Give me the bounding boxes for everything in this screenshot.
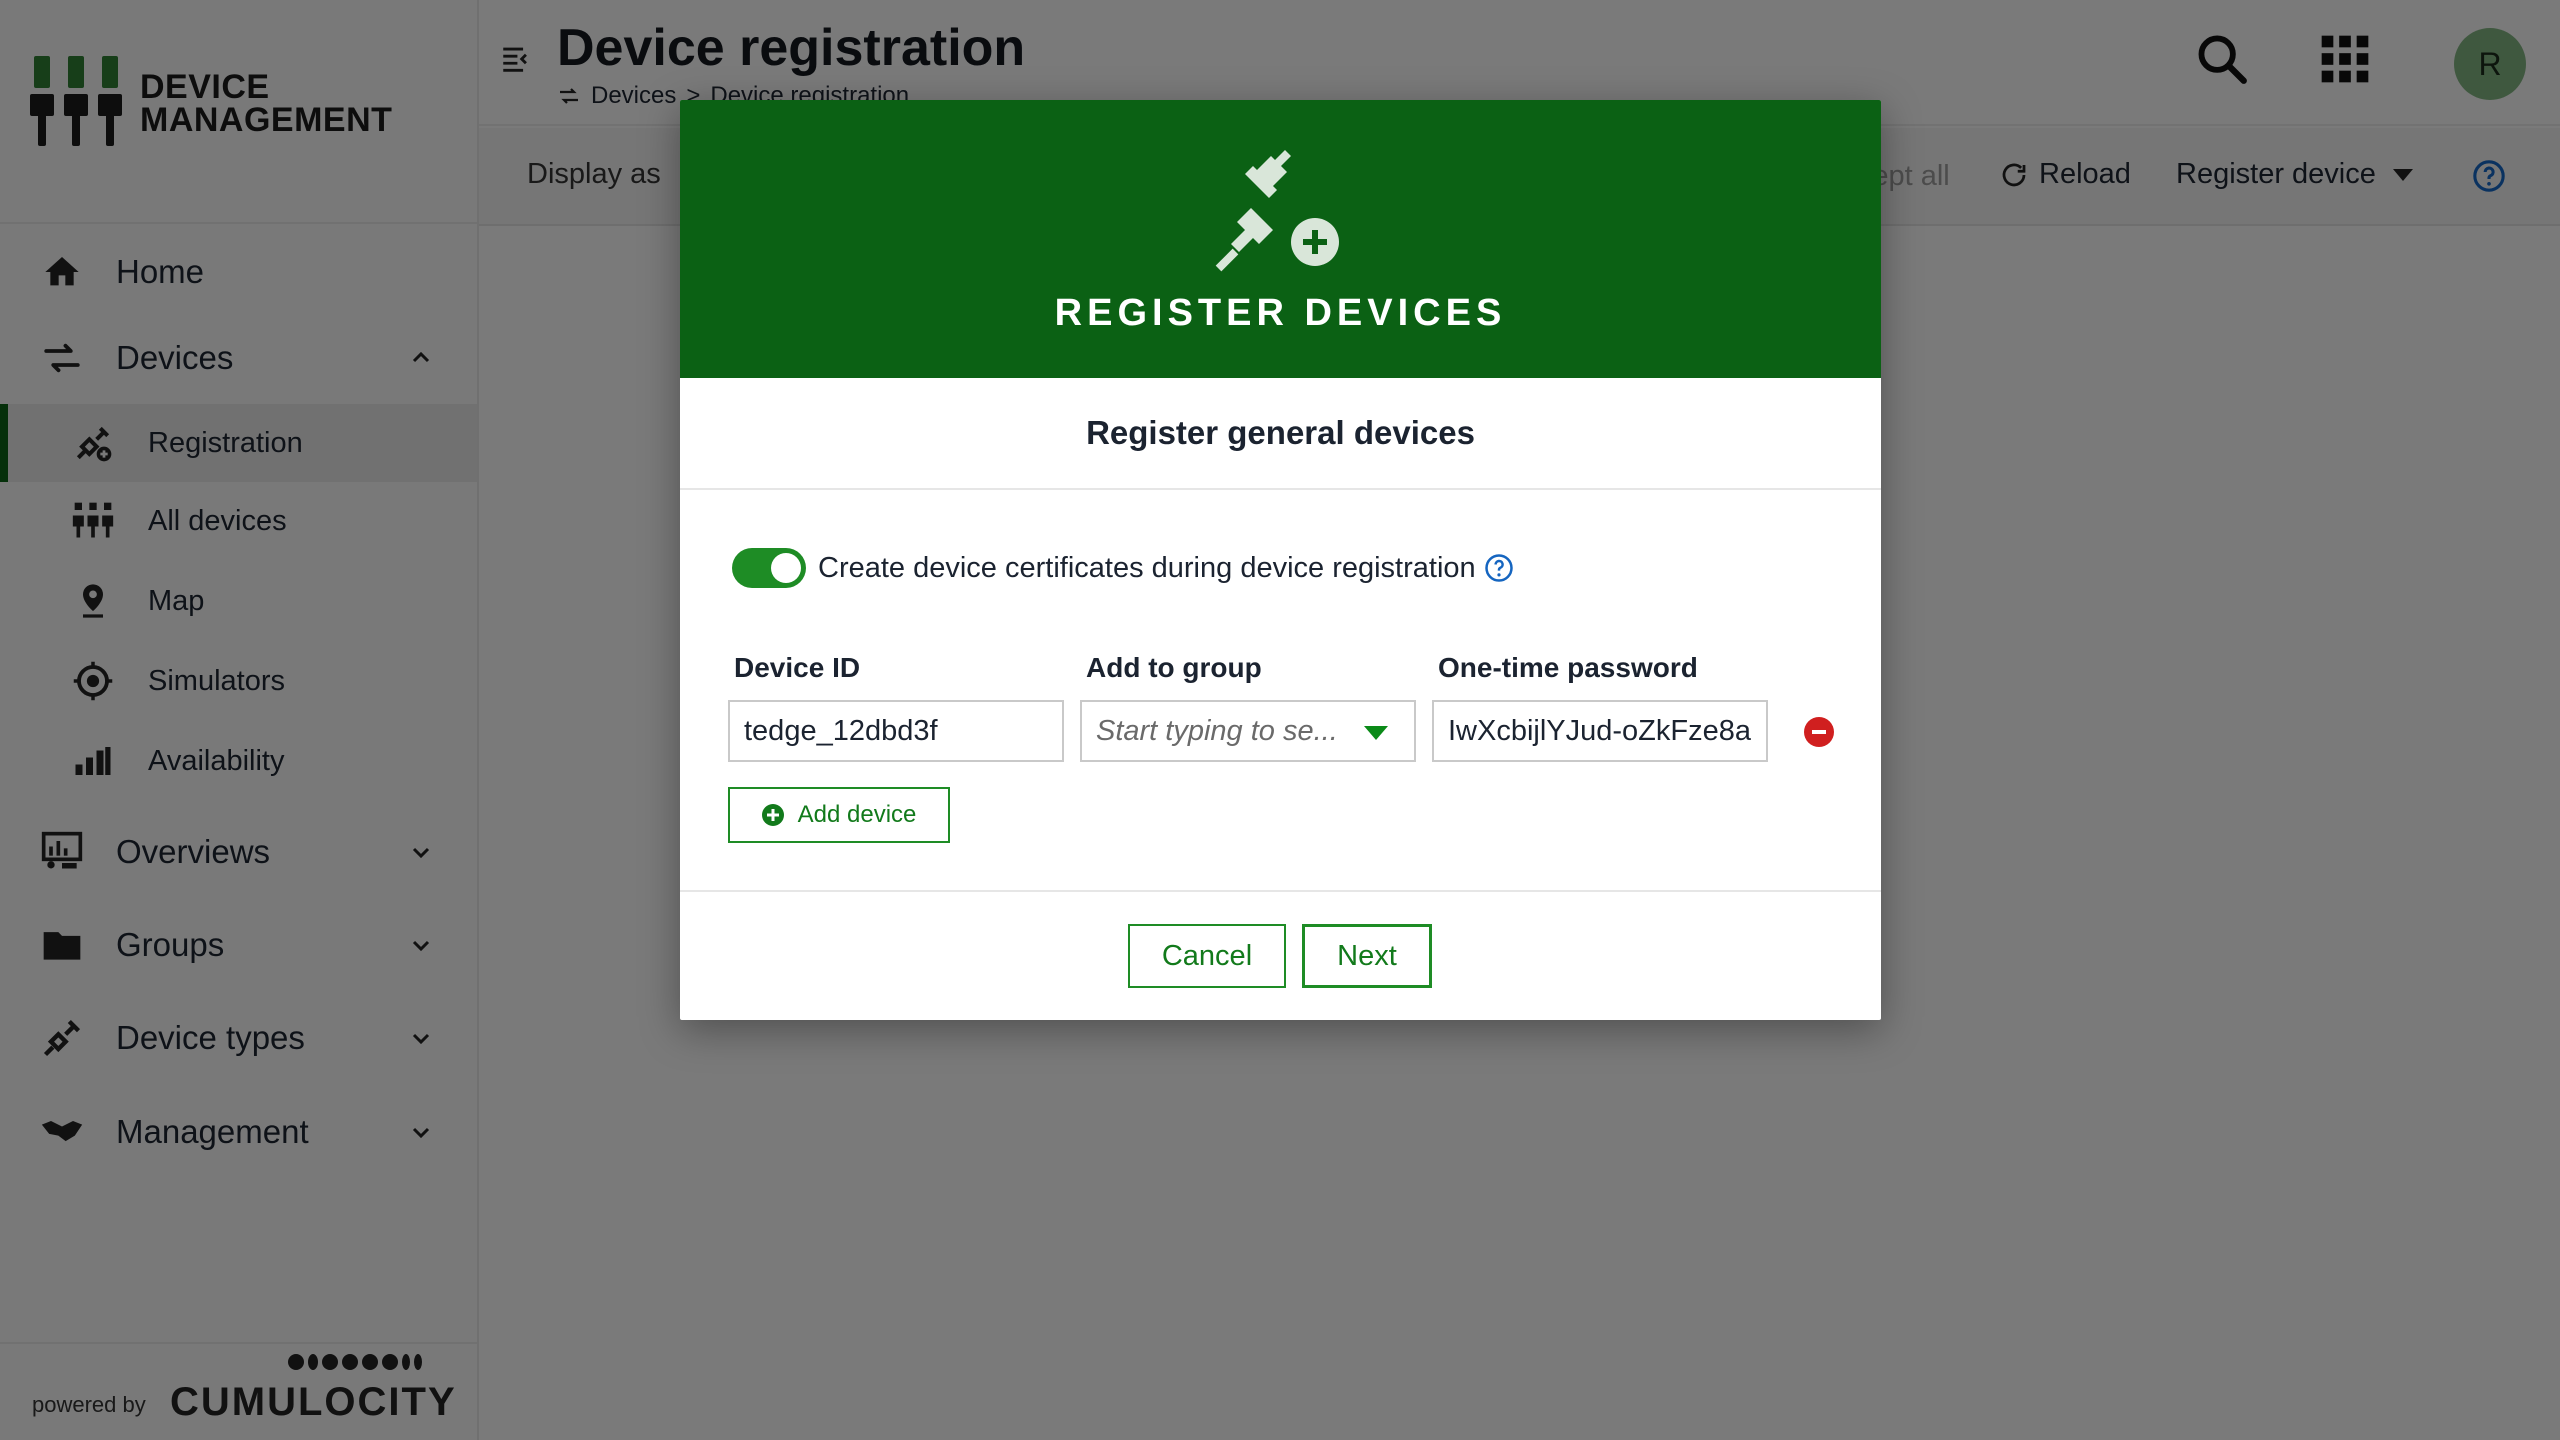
add-device-label: Add device xyxy=(797,801,917,828)
add-device-button[interactable]: Add device xyxy=(728,787,950,843)
device-id-input[interactable]: tedge_12dbd3f xyxy=(728,700,1064,762)
remove-device-button[interactable] xyxy=(1804,717,1834,747)
modal-footer: Cancel Next xyxy=(680,890,1881,1020)
modal-hero-title: REGISTER DEVICES xyxy=(1054,292,1507,334)
create-certificates-label: Create device certificates during device… xyxy=(818,551,1476,584)
plug-add-icon xyxy=(1215,150,1339,272)
group-select-placeholder: Start typing to se... xyxy=(1096,714,1338,747)
cancel-button[interactable]: Cancel xyxy=(1128,924,1286,988)
modal-subtitle: Register general devices xyxy=(680,378,1881,490)
otp-input[interactable]: IwXcbijlYJud-oZkFze8a xyxy=(1432,700,1768,762)
register-devices-modal: REGISTER DEVICES Register general device… xyxy=(680,100,1881,1020)
caret-down-icon xyxy=(1364,726,1388,740)
group-column-label: Add to group xyxy=(1086,652,1262,683)
group-select[interactable]: Start typing to se... xyxy=(1080,700,1416,762)
certificate-toggle-row: Create device certificates during device… xyxy=(732,548,1514,588)
help-icon[interactable] xyxy=(1484,553,1514,583)
create-certificates-toggle[interactable] xyxy=(732,548,806,588)
otp-column-label: One-time password xyxy=(1438,652,1698,683)
modal-hero: REGISTER DEVICES xyxy=(680,100,1881,378)
next-button[interactable]: Next xyxy=(1302,924,1432,988)
plus-circle-icon xyxy=(761,804,784,826)
device-id-column-label: Device ID xyxy=(734,652,861,683)
